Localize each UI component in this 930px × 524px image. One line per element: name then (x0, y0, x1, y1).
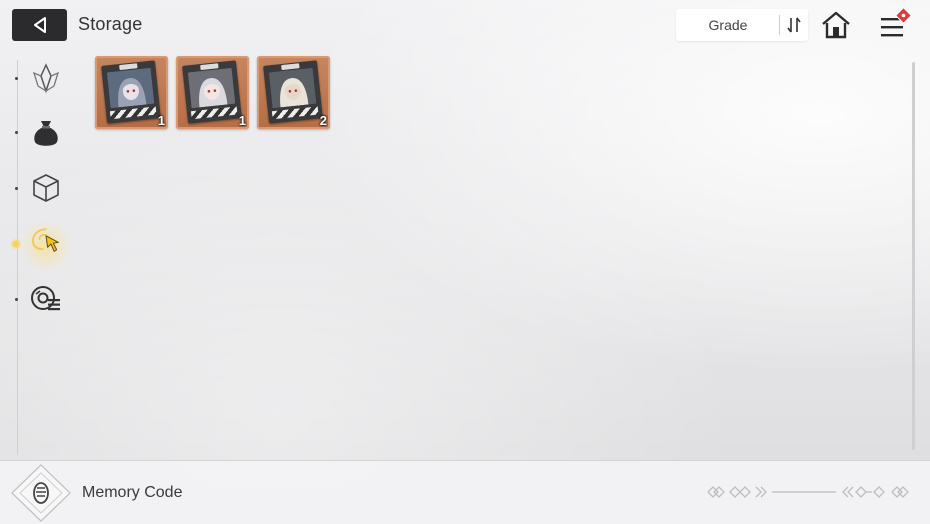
sort-divider (779, 15, 780, 35)
crystal-icon (32, 63, 60, 94)
film-frame (182, 60, 242, 124)
item-count: 2 (319, 113, 327, 128)
sidebar-dot (15, 131, 18, 134)
character-portrait-icon (106, 67, 155, 109)
item-count: 1 (157, 113, 165, 128)
notification-badge-icon (895, 8, 912, 24)
sidebar-rail (17, 60, 18, 455)
category-cube[interactable] (28, 170, 64, 206)
page-title: Storage (78, 14, 143, 34)
decorative-divider-icon (707, 486, 909, 498)
character-portrait-icon (268, 67, 317, 109)
character-portrait-icon (187, 67, 236, 109)
memory-swirl-icon (32, 228, 59, 252)
sidebar-dot (15, 77, 18, 80)
film-stripe (271, 106, 319, 120)
cube-icon (33, 174, 59, 202)
film-stripe (190, 106, 238, 120)
menu-icon[interactable] (878, 8, 916, 42)
category-disc[interactable] (28, 281, 64, 317)
scrollbar[interactable] (912, 62, 915, 450)
film-stripe (109, 106, 157, 120)
category-pouch[interactable] (28, 115, 64, 151)
home-icon[interactable] (820, 10, 852, 40)
back-button[interactable] (12, 9, 67, 41)
category-memory[interactable] (28, 226, 64, 262)
item-count: 1 (238, 113, 246, 128)
sort-label: Grade (708, 17, 748, 33)
film-frame (101, 60, 161, 124)
memory-code-icon[interactable] (8, 463, 74, 523)
active-category-dot (10, 238, 22, 250)
disc-list-icon (31, 286, 60, 311)
sort-dropdown[interactable]: Grade (676, 9, 808, 41)
sidebar-dot (15, 298, 18, 301)
storage-item-card[interactable]: 2 (257, 56, 330, 129)
category-crystal[interactable] (28, 60, 64, 96)
sort-order-icon[interactable] (785, 15, 803, 35)
back-arrow-icon (33, 17, 46, 33)
pouch-icon (34, 121, 58, 146)
storage-item-card[interactable]: 1 (176, 56, 249, 129)
sidebar-dot (15, 187, 18, 190)
memory-code-label: Memory Code (82, 484, 183, 501)
film-frame (263, 60, 323, 124)
storage-item-card[interactable]: 1 (95, 56, 168, 129)
